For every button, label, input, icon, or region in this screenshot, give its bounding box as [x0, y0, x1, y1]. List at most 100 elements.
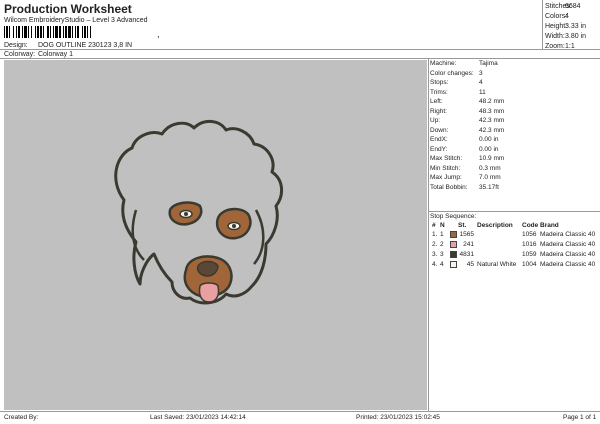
software-subtitle: Wilcom EmbroideryStudio – Level 3 Advanc…	[4, 17, 148, 24]
summary-value: 3.33 in	[565, 23, 587, 30]
design-row: Design: DOG OUTLINE 230123 3,8 IN	[4, 42, 132, 49]
spec-label: Up:	[430, 117, 441, 124]
summary-value: 3.80 in	[565, 33, 587, 40]
header-divider	[0, 49, 600, 50]
color-swatch	[450, 231, 457, 238]
summary-row-width: Width: 3.80 in	[545, 32, 599, 42]
spec-value: 7.0 mm	[479, 174, 501, 181]
spec-value: 48.3 mm	[479, 107, 505, 115]
row-index: 1.	[432, 231, 438, 238]
spec-label: EndX:	[430, 136, 448, 143]
spec-label: EndY:	[430, 145, 448, 153]
spec-row: Min Stitch: 0.3 mm	[430, 164, 598, 174]
row-stitches: 4831	[459, 251, 474, 258]
stop-sequence-title: Stop Sequence:	[430, 213, 477, 220]
stop-sequence-header: # N St. Description Code Brand	[430, 221, 598, 230]
summary-label: Zoom:	[545, 43, 565, 50]
barcode-bar	[16, 26, 17, 38]
spec-row: Total Bobbin: 35.17ft	[430, 183, 598, 193]
barcode-bar	[40, 26, 42, 38]
spec-label: Color changes:	[430, 69, 474, 77]
spec-row: Right: 48.3 mm	[430, 107, 598, 117]
row-code: 1056	[522, 231, 537, 238]
colorway-row: Colorway: Colorway 1	[4, 51, 73, 58]
row-brand: Madeira Classic 40	[540, 241, 596, 248]
barcode-bar	[82, 26, 83, 38]
summary-divider	[542, 0, 543, 50]
spec-row: Max Stitch: 10.9 mm	[430, 154, 598, 164]
barcode-bar	[68, 26, 71, 38]
spec-label: Trims:	[430, 88, 448, 96]
tongue	[198, 282, 220, 303]
spec-value: 10.9 mm	[479, 155, 505, 162]
row-needle: 3	[440, 251, 444, 258]
color-swatch	[450, 251, 457, 258]
barcode-bar	[75, 26, 76, 38]
spec-row: Trims: 11	[430, 88, 598, 98]
summary-row-colors: Colors: 4	[545, 12, 599, 22]
barcode-bar	[55, 26, 58, 38]
summary-value: 6684	[565, 3, 581, 10]
summary-label: Colors:	[545, 13, 568, 20]
barcode-bar	[18, 26, 20, 38]
specs-panel: Machine: Tajima Color changes: 3 Stops: 4 T…	[430, 59, 598, 192]
spec-row: Machine: Tajima	[430, 59, 598, 69]
barcode-bar	[24, 26, 27, 38]
barcode-bar	[43, 26, 44, 38]
colorway-value: Colorway 1	[37, 51, 73, 58]
barcode-bar	[31, 26, 32, 38]
spec-value: 42.3 mm	[479, 126, 505, 134]
barcode-bar	[59, 26, 61, 38]
row-description: Natural White	[477, 261, 517, 268]
barcode-bar	[90, 26, 91, 38]
right-ear-curl	[253, 209, 265, 265]
page-number: Page 1 of 1	[563, 414, 597, 421]
barcode-bar	[84, 26, 86, 38]
barcode-bar	[28, 26, 29, 38]
panel-divider	[428, 58, 429, 412]
design-preview-canvas	[4, 60, 427, 410]
col-brand: Brand	[540, 222, 559, 229]
row-code: 1059	[522, 251, 537, 258]
barcode-bar	[72, 26, 73, 38]
right-pupil	[232, 224, 236, 228]
spec-row: Up: 42.3 mm	[430, 116, 598, 126]
spec-label: Max Stitch:	[430, 155, 463, 162]
row-index: 4.	[432, 261, 438, 268]
row-code: 1004	[522, 261, 537, 268]
row-needle: 1	[440, 231, 444, 238]
spec-label: Max Jump:	[430, 174, 462, 181]
row-stitches: 1565	[459, 231, 474, 238]
spec-label: Left:	[430, 98, 443, 105]
spec-row: EndX: 0.00 in	[430, 135, 598, 145]
last-saved: Last Saved: 23/01/2023 14:42:14	[150, 414, 246, 421]
summary-value: 4	[565, 13, 569, 20]
row-index: 3.	[432, 251, 438, 258]
row-index: 2.	[432, 241, 438, 248]
col-stitches: St.	[458, 222, 467, 229]
table-row: 3. 3 4831 1059 Madeira Classic 40	[430, 250, 598, 260]
table-row: 2. 2 241 1016 Madeira Classic 40	[430, 240, 598, 250]
spec-value: 35.17ft	[479, 183, 499, 191]
spec-label: Right:	[430, 107, 447, 115]
row-brand: Madeira Classic 40	[540, 261, 596, 268]
spec-label: Stops:	[430, 79, 449, 86]
barcode-bar	[13, 26, 14, 38]
printed-date: Printed: 23/01/2023 15:02:45	[356, 414, 440, 421]
barcode-bar	[87, 26, 88, 38]
spec-row: Color changes: 3	[430, 69, 598, 79]
summary-panel: Stitches: 6684 Colors: 4 Height: 3.33 in Wi…	[545, 2, 599, 52]
barcode-bar	[65, 26, 67, 38]
barcode-bar	[53, 26, 54, 38]
spec-value: 42.3 mm	[479, 117, 505, 124]
summary-label: Stitches:	[545, 3, 572, 10]
spec-value: 11	[479, 88, 486, 96]
color-swatch	[450, 261, 457, 268]
barcode-bar	[6, 26, 8, 38]
col-n: N	[440, 222, 445, 229]
spec-value: 0.00 in	[479, 145, 499, 153]
colorway-label: Colorway:	[4, 51, 36, 58]
row-stitches: 45	[466, 261, 474, 268]
spec-label: Total Bobbin:	[430, 183, 468, 191]
table-row: 4. 4 45 Natural White 1004 Madeira Class…	[430, 260, 598, 270]
